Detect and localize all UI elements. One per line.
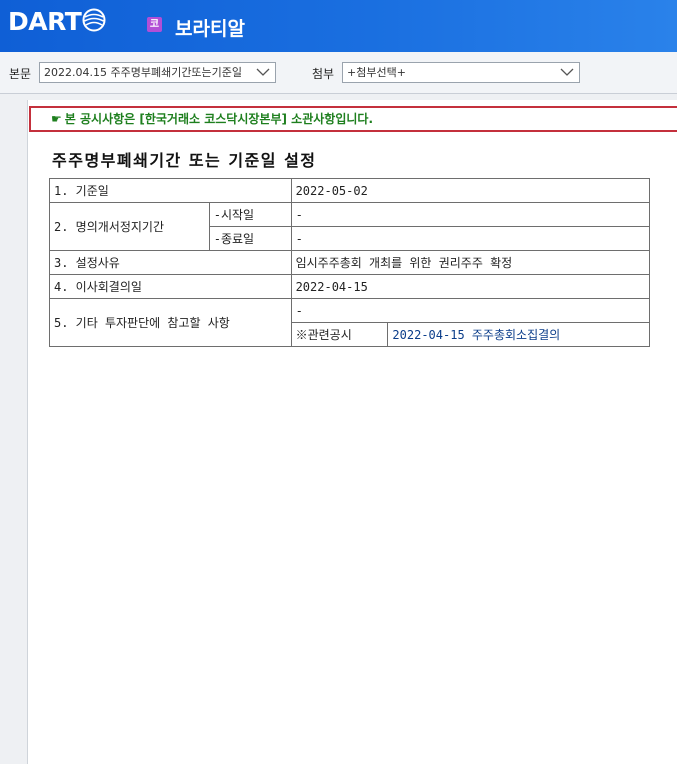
sub-label: -시작일 [208, 202, 292, 227]
related-disclosure-link[interactable]: 2022-04-15 주주총회소집결의 [387, 322, 650, 347]
corp-market-badge: 코 [147, 17, 162, 32]
chevron-down-icon [256, 68, 270, 76]
row-value: 2022-04-15 [290, 274, 651, 299]
app-header: DART 코 보라티알 [0, 0, 677, 52]
body-label: 본문 [9, 67, 32, 81]
notice-text: 본 공시사항은 [한국거래소 코스닥시장본부] 소관사항입니다. [64, 112, 374, 126]
pointing-hand-icon: ☛ [51, 112, 62, 126]
attach-label: 첨부 [312, 67, 335, 81]
logo-text: DART [8, 6, 82, 36]
content-top-margin [0, 94, 677, 100]
attach-select-value: +첨부선택+ [347, 66, 406, 79]
dart-logo[interactable]: DART [8, 6, 106, 36]
attach-select[interactable]: +첨부선택+ [342, 62, 580, 83]
row-label: 1. 기준일 [49, 178, 292, 203]
row-value: - [290, 298, 651, 323]
table-row: 1. 기준일 2022-05-02 [49, 178, 651, 203]
row-label: 5. 기타 투자판단에 참고할 사항 [49, 298, 292, 347]
disclosure-table: 1. 기준일 2022-05-02 2. 명의개서정지기간 -시작일 - -종료… [49, 178, 651, 347]
table-row: 2. 명의개서정지기간 -시작일 - [49, 202, 651, 251]
chevron-down-icon [560, 68, 574, 76]
company-name[interactable]: 보라티알 [175, 14, 245, 41]
left-gutter [0, 100, 28, 764]
row-label: 2. 명의개서정지기간 [49, 202, 210, 251]
sub-label: -종료일 [208, 226, 292, 251]
row-label: 3. 설정사유 [49, 250, 292, 275]
jurisdiction-notice: ☛ 본 공시사항은 [한국거래소 코스닥시장본부] 소관사항입니다. [29, 106, 677, 132]
document-title: 주주명부폐쇄기간 또는 기준일 설정 [52, 151, 317, 170]
related-disclosure-label: ※관련공시 [290, 322, 389, 347]
row-value: 임시주주총회 개최를 위한 권리주주 확정 [290, 250, 651, 275]
row-label: 4. 이사회결의일 [49, 274, 292, 299]
table-row: 5. 기타 투자판단에 참고할 사항 - [49, 298, 651, 347]
body-select-value: 2022.04.15 주주명부폐쇄기간또는기준일 [44, 66, 243, 79]
table-row: 4. 이사회결의일 2022-04-15 [49, 274, 651, 299]
body-select[interactable]: 2022.04.15 주주명부폐쇄기간또는기준일 [39, 62, 276, 83]
table-row: 3. 설정사유 임시주주총회 개최를 위한 권리주주 확정 [49, 250, 651, 275]
document-toolbar: 본문 2022.04.15 주주명부폐쇄기간또는기준일 첨부 +첨부선택+ [0, 52, 677, 94]
globe-icon [82, 8, 106, 32]
row-value: - [290, 226, 651, 251]
row-value: - [290, 202, 651, 227]
row-value: 2022-05-02 [290, 178, 651, 203]
